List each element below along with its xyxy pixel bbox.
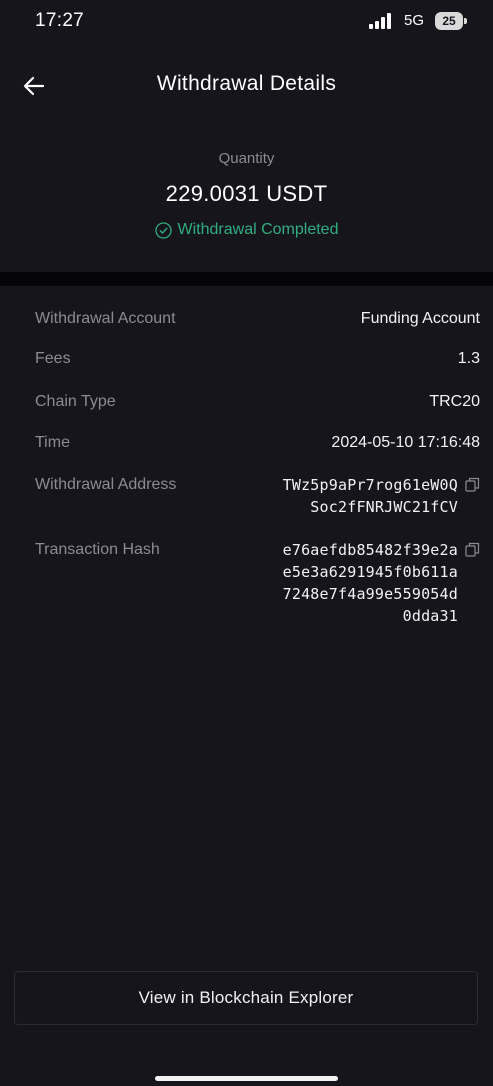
transaction-hash-value: e76aefdb85482f39e2ae5e3a6291945f0b611a72…: [282, 541, 458, 625]
status-time: 17:27: [35, 10, 85, 31]
withdrawal-address-value: TWz5p9aPr7rog61eW0QSoc2fFNRJWC21fCV: [282, 476, 458, 516]
chain-type-value: TRC20: [429, 393, 480, 410]
withdrawal-account-label: Withdrawal Account: [35, 310, 176, 327]
section-divider: [0, 272, 493, 286]
quantity-value: 229.0031 USDT: [165, 181, 328, 206]
copy-address-icon[interactable]: [465, 477, 480, 492]
page-title: Withdrawal Details: [156, 72, 337, 95]
status-bar: 17:27 5G 25: [0, 0, 493, 44]
status-badge: Withdrawal Completed: [0, 221, 493, 239]
time-value: 2024-05-10 17:16:48: [331, 434, 480, 451]
copy-hash-icon[interactable]: [465, 542, 480, 557]
status-text: Withdrawal Completed: [177, 221, 339, 238]
withdrawal-address-label: Withdrawal Address: [35, 476, 177, 493]
fees-value: 1.3: [457, 350, 480, 367]
signal-icon: [369, 13, 391, 29]
chain-type-label: Chain Type: [35, 393, 116, 410]
check-circle-icon: [154, 221, 172, 239]
view-in-explorer-button[interactable]: View in Blockchain Explorer: [14, 971, 478, 1025]
home-indicator: [155, 1076, 338, 1081]
transaction-hash-label: Transaction Hash: [35, 541, 160, 558]
quantity-label: Quantity: [218, 150, 275, 167]
fees-label: Fees: [35, 350, 71, 367]
time-label: Time: [35, 434, 70, 451]
battery-icon: 25: [435, 12, 467, 30]
header: Withdrawal Details: [0, 60, 493, 110]
withdrawal-summary: Quantity 229.0031 USDT Withdrawal Comple…: [0, 140, 493, 239]
withdrawal-account-value: Funding Account: [360, 310, 480, 327]
network-label: 5G: [404, 12, 425, 29]
